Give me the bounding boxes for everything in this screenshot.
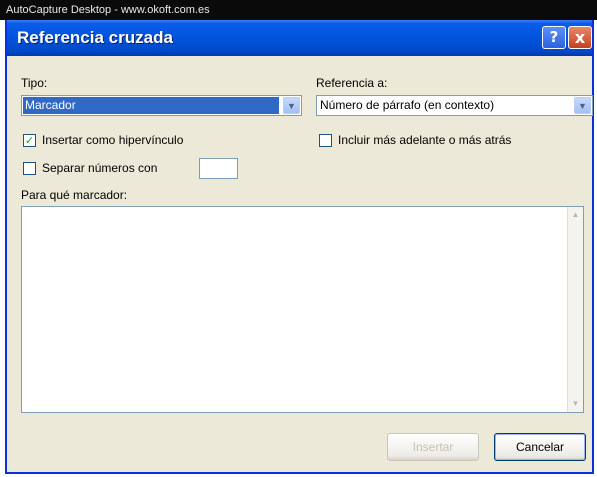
cancelar-button[interactable]: Cancelar (494, 433, 586, 461)
chevron-down-icon[interactable]: ▼ (574, 97, 591, 114)
insertar-button[interactable]: Insertar (387, 433, 479, 461)
outer-window-title: AutoCapture Desktop - www.okoft.com.es (0, 0, 597, 20)
chevron-down-icon[interactable]: ▼ (283, 97, 300, 114)
insertar-hipervinculo-checkbox[interactable]: ✓ (23, 134, 36, 147)
dialog-titlebar[interactable]: Referencia cruzada ? x (7, 20, 592, 56)
help-icon: ? (549, 28, 559, 46)
referencia-select-value: Número de párrafo (en contexto) (320, 98, 495, 112)
close-icon: x (574, 28, 586, 47)
scroll-up-icon[interactable]: ▲ (568, 207, 583, 223)
tipo-label: Tipo: (21, 76, 48, 90)
incluir-adelante-atras-checkbox[interactable] (319, 134, 332, 147)
tipo-select-value: Marcador (23, 97, 279, 114)
scroll-down-icon[interactable]: ▼ (568, 396, 583, 412)
checkmark-icon: ✓ (24, 134, 35, 147)
separar-numeros-checkbox[interactable] (23, 162, 36, 175)
referencia-label: Referencia a: (316, 76, 388, 90)
referencia-select[interactable]: Número de párrafo (en contexto) ▼ (316, 95, 593, 116)
tipo-select[interactable]: Marcador ▼ (21, 95, 302, 116)
separar-numeros-input[interactable] (199, 158, 238, 179)
help-button[interactable]: ? (542, 26, 566, 49)
cross-reference-dialog: Referencia cruzada ? x Tipo: Marcador ▼ … (5, 20, 594, 474)
marcador-list-label: Para qué marcador: (21, 188, 128, 202)
dialog-title: Referencia cruzada (17, 28, 173, 47)
close-button[interactable]: x (568, 26, 592, 49)
marcador-list[interactable]: ▲ ▼ (21, 206, 584, 413)
list-scrollbar[interactable]: ▲ ▼ (567, 207, 583, 412)
separar-numeros-label[interactable]: Separar números con (42, 161, 157, 175)
insertar-hipervinculo-label[interactable]: Insertar como hipervínculo (42, 133, 183, 147)
incluir-adelante-atras-label[interactable]: Incluir más adelante o más atrás (338, 133, 511, 147)
